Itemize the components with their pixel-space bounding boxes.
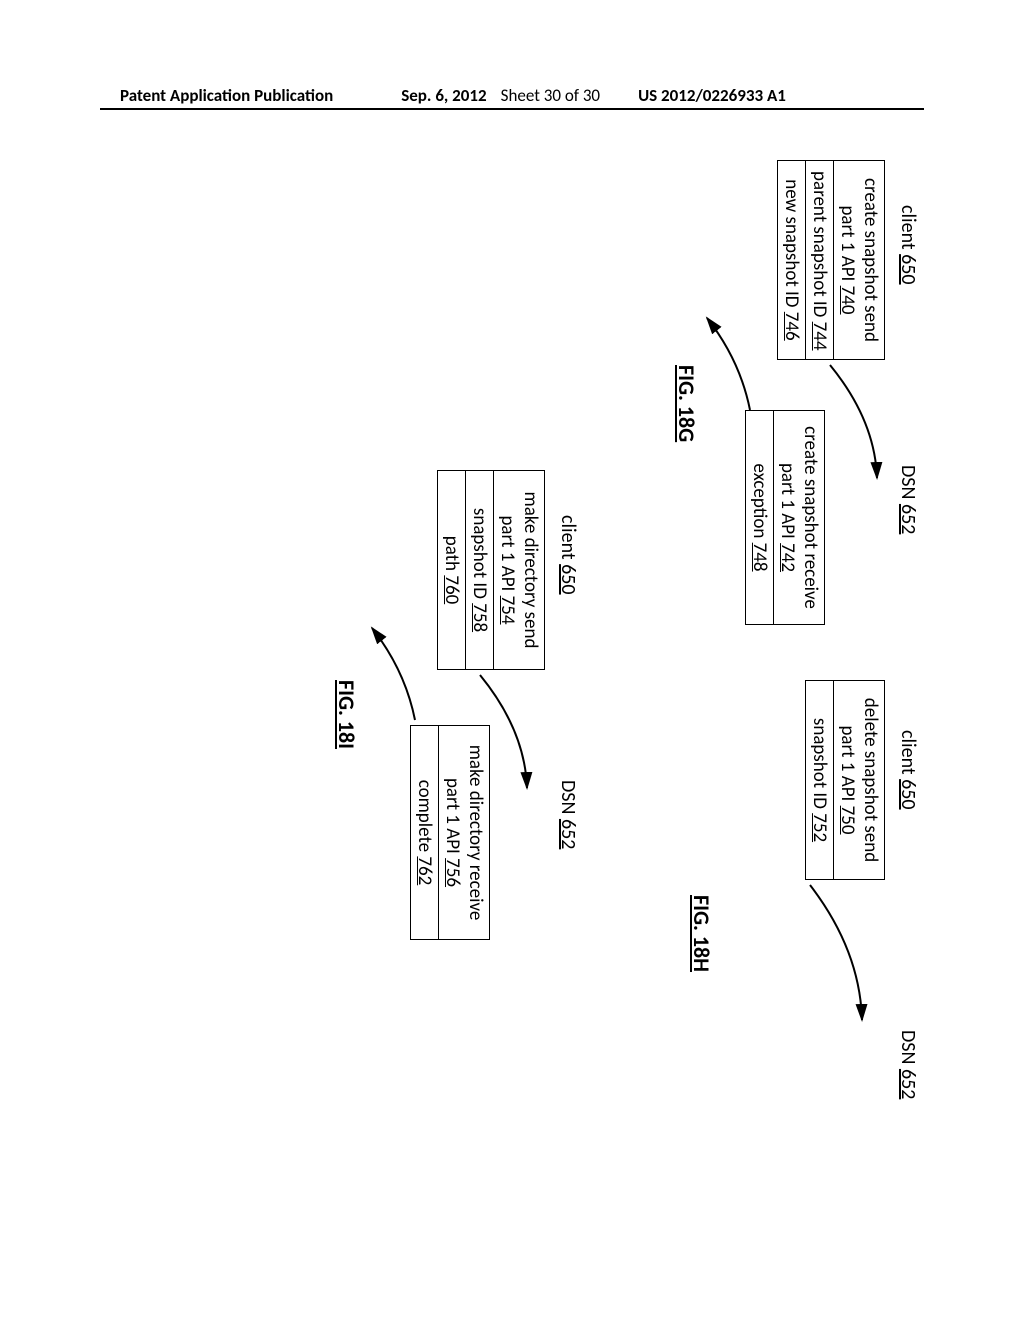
- box-row: delete snapshot send part 1 API 750: [833, 681, 884, 879]
- arrow-icon: [695, 310, 755, 420]
- box-row: snapshot ID 758: [465, 471, 493, 669]
- dsn-label-18i: DSN 652: [556, 780, 580, 849]
- arrow-icon: [780, 880, 870, 1030]
- box-row: complete 762: [411, 726, 438, 939]
- figure-label-18h: FIG. 18H: [688, 895, 715, 972]
- create-snapshot-receive-box: create snapshot receive part 1 API 742 e…: [745, 410, 825, 625]
- box-row: make directory send part 1 API 754: [493, 471, 544, 669]
- dsn-label-18h: DSN 652: [896, 1030, 920, 1099]
- client-label-18i: client 650: [556, 515, 580, 595]
- figure-canvas: client 650 DSN 652 create snapshot send …: [70, 160, 930, 1260]
- dsn-label-18g: DSN 652: [896, 465, 920, 534]
- box-row: snapshot ID 752: [806, 681, 833, 879]
- box-row: new snapshot ID 746: [778, 161, 805, 359]
- client-label-18g: client 650: [896, 205, 920, 285]
- publication-label: Patent Application Publication: [120, 85, 333, 106]
- box-row: create snapshot receive part 1 API 742: [773, 411, 824, 624]
- publication-date: Sep. 6, 2012: [401, 85, 486, 106]
- create-snapshot-send-box: create snapshot send part 1 API 740 pare…: [777, 160, 885, 360]
- make-directory-send-box: make directory send part 1 API 754 snaps…: [437, 470, 545, 670]
- box-row: make directory receive part 1 API 756: [438, 726, 489, 939]
- box-row: parent snapshot ID 744: [805, 161, 833, 359]
- client-label-18h: client 650: [896, 730, 920, 810]
- figure-label-18g: FIG. 18G: [673, 365, 700, 442]
- delete-snapshot-send-box: delete snapshot send part 1 API 750 snap…: [805, 680, 885, 880]
- figure-label-18i: FIG. 18I: [333, 680, 360, 749]
- make-directory-receive-box: make directory receive part 1 API 756 co…: [410, 725, 490, 940]
- page-header: Patent Application Publication Sep. 6, 2…: [0, 85, 1024, 106]
- header-rule: [100, 108, 924, 110]
- box-row: exception 748: [746, 411, 773, 624]
- arrow-icon: [360, 620, 420, 730]
- sheet-number: Sheet 30 of 30: [501, 85, 600, 106]
- box-row: create snapshot send part 1 API 740: [833, 161, 884, 359]
- box-row: path 760: [438, 471, 465, 669]
- document-number: US 2012/0226933 A1: [638, 85, 786, 106]
